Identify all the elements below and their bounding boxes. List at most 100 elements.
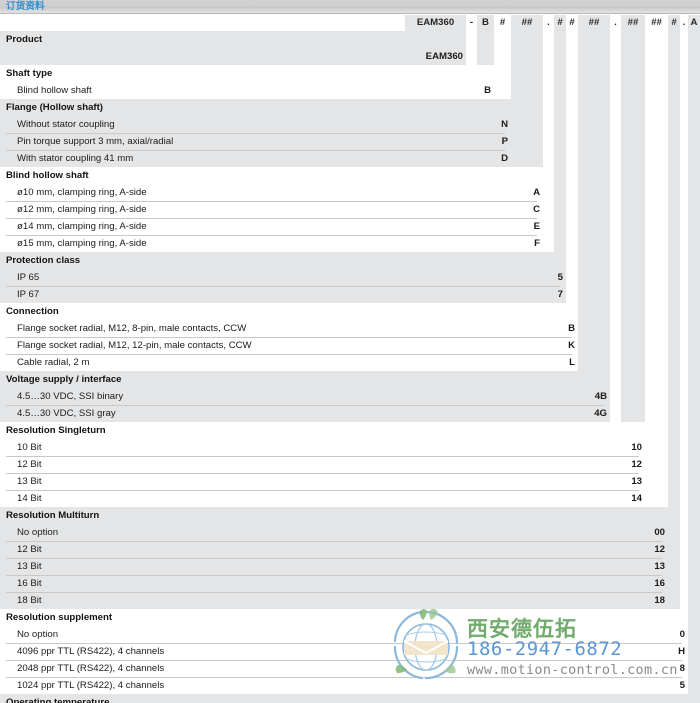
option-row[interactable]: 18 Bit18 xyxy=(0,592,700,609)
option-code: 4B xyxy=(0,388,607,405)
section-header-10: Operating temperature xyxy=(0,694,700,703)
section-header-0: Product xyxy=(0,31,700,48)
option-row[interactable]: 14 Bit14 xyxy=(0,490,700,507)
order-code-segment-4: ## xyxy=(511,15,543,31)
option-row[interactable]: 13 Bit13 xyxy=(0,558,700,575)
section-title: Operating temperature xyxy=(6,694,109,703)
option-row[interactable]: With stator coupling 41 mmD xyxy=(0,150,700,167)
option-row[interactable]: No option0 xyxy=(0,626,700,643)
option-code: 16 xyxy=(0,575,665,592)
option-code: A xyxy=(0,184,540,201)
order-code-segment-13: . xyxy=(680,15,688,31)
order-code-segment-9: . xyxy=(610,15,621,31)
option-row[interactable]: Pin torque support 3 mm, axial/radialP xyxy=(0,133,700,150)
option-row[interactable]: EAM360 xyxy=(0,48,700,65)
option-row[interactable]: 2048 ppr TTL (RS422), 4 channels8 xyxy=(0,660,700,677)
section-header-2: Flange (Hollow shaft) xyxy=(0,99,700,116)
option-row[interactable]: Flange socket radial, M12, 8-pin, male c… xyxy=(0,320,700,337)
option-row[interactable]: IP 655 xyxy=(0,269,700,286)
option-row[interactable]: 10 Bit10 xyxy=(0,439,700,456)
section-title: Resolution Multiturn xyxy=(6,507,99,524)
option-code: 14 xyxy=(0,490,642,507)
option-row[interactable]: ø14 mm, clamping ring, A-sideE xyxy=(0,218,700,235)
page-titlebar: 订货资料 xyxy=(0,0,700,14)
option-code: 10 xyxy=(0,439,642,456)
option-code: C xyxy=(0,201,540,218)
section-title: Resolution supplement xyxy=(6,609,112,626)
option-code: N xyxy=(0,116,508,133)
option-row[interactable]: 16 Bit16 xyxy=(0,575,700,592)
option-code: 7 xyxy=(0,286,563,303)
option-code: 5 xyxy=(0,269,563,286)
option-code: 12 xyxy=(0,456,642,473)
option-row[interactable]: ø10 mm, clamping ring, A-sideA xyxy=(0,184,700,201)
option-row[interactable]: 12 Bit12 xyxy=(0,456,700,473)
section-header-8: Resolution Multiturn xyxy=(0,507,700,524)
option-row[interactable]: ø12 mm, clamping ring, A-sideC xyxy=(0,201,700,218)
section-title: Protection class xyxy=(6,252,80,269)
order-code-segment-12: # xyxy=(668,15,680,31)
section-header-1: Shaft type xyxy=(0,65,700,82)
section-title: Connection xyxy=(6,303,59,320)
section-title: Resolution Singleturn xyxy=(6,422,106,439)
section-header-fill xyxy=(0,65,494,82)
option-row[interactable]: Cable radial, 2 mL xyxy=(0,354,700,371)
option-row[interactable]: Without stator couplingN xyxy=(0,116,700,133)
option-code: 0 xyxy=(0,626,685,643)
order-code-header-row: EAM360-B###.####.#####.A xyxy=(0,15,700,31)
option-row[interactable]: 4.5…30 VDC, SSI binary4B xyxy=(0,388,700,405)
section-header-fill xyxy=(0,31,466,48)
section-header-4: Protection class xyxy=(0,252,700,269)
order-code-table-page: 订货资料 EAM360-B###.####.#####.AProductEAM3… xyxy=(0,0,700,703)
section-header-fill xyxy=(0,303,578,320)
option-row[interactable]: 4.5…30 VDC, SSI gray4G xyxy=(0,405,700,422)
option-row[interactable]: Blind hollow shaftB xyxy=(0,82,700,99)
option-code: B xyxy=(0,320,575,337)
section-header-6: Voltage supply / interface xyxy=(0,371,700,388)
option-row[interactable]: 12 Bit12 xyxy=(0,541,700,558)
option-code: 12 xyxy=(0,541,665,558)
option-code: E xyxy=(0,218,540,235)
section-title: Flange (Hollow shaft) xyxy=(6,99,103,116)
option-row[interactable]: 13 Bit13 xyxy=(0,473,700,490)
order-code-segment-14: A xyxy=(688,15,700,31)
option-row[interactable]: 1024 ppr TTL (RS422), 4 channels5 xyxy=(0,677,700,694)
section-header-fill xyxy=(0,252,566,269)
order-code-table: EAM360-B###.####.#####.AProductEAM360Sha… xyxy=(0,15,700,703)
order-code-segment-10: ## xyxy=(621,15,645,31)
option-code: L xyxy=(0,354,575,371)
option-code: K xyxy=(0,337,575,354)
option-code: 4G xyxy=(0,405,607,422)
option-code: P xyxy=(0,133,508,150)
option-row[interactable]: 4096 ppr TTL (RS422), 4 channelsH xyxy=(0,643,700,660)
order-code-segment-1: - xyxy=(466,15,477,31)
option-row[interactable]: Flange socket radial, M12, 12-pin, male … xyxy=(0,337,700,354)
order-code-segment-7: # xyxy=(566,15,578,31)
option-code: EAM360 xyxy=(0,48,463,65)
option-row[interactable]: IP 677 xyxy=(0,286,700,303)
section-title: Shaft type xyxy=(6,65,52,82)
option-row[interactable]: ø15 mm, clamping ring, A-sideF xyxy=(0,235,700,252)
option-row[interactable]: No option00 xyxy=(0,524,700,541)
option-code: F xyxy=(0,235,540,252)
order-code-segment-3: # xyxy=(494,15,511,31)
section-header-5: Connection xyxy=(0,303,700,320)
option-code: 13 xyxy=(0,473,642,490)
option-code: H xyxy=(0,643,685,660)
order-code-segment-8: ## xyxy=(578,15,610,31)
section-header-3: Blind hollow shaft xyxy=(0,167,700,184)
option-code: 00 xyxy=(0,524,665,541)
section-header-9: Resolution supplement xyxy=(0,609,700,626)
order-code-segment-2: B xyxy=(477,15,494,31)
order-code-segment-0: EAM360 xyxy=(405,15,466,31)
option-code: D xyxy=(0,150,508,167)
section-header-7: Resolution Singleturn xyxy=(0,422,700,439)
section-header-fill xyxy=(0,507,668,524)
page-title: 订货资料 xyxy=(6,0,45,14)
option-code: 13 xyxy=(0,558,665,575)
option-code: B xyxy=(0,82,491,99)
option-code: 5 xyxy=(0,677,685,694)
section-title: Product xyxy=(6,31,42,48)
option-code: 18 xyxy=(0,592,665,609)
section-title: Voltage supply / interface xyxy=(6,371,122,388)
